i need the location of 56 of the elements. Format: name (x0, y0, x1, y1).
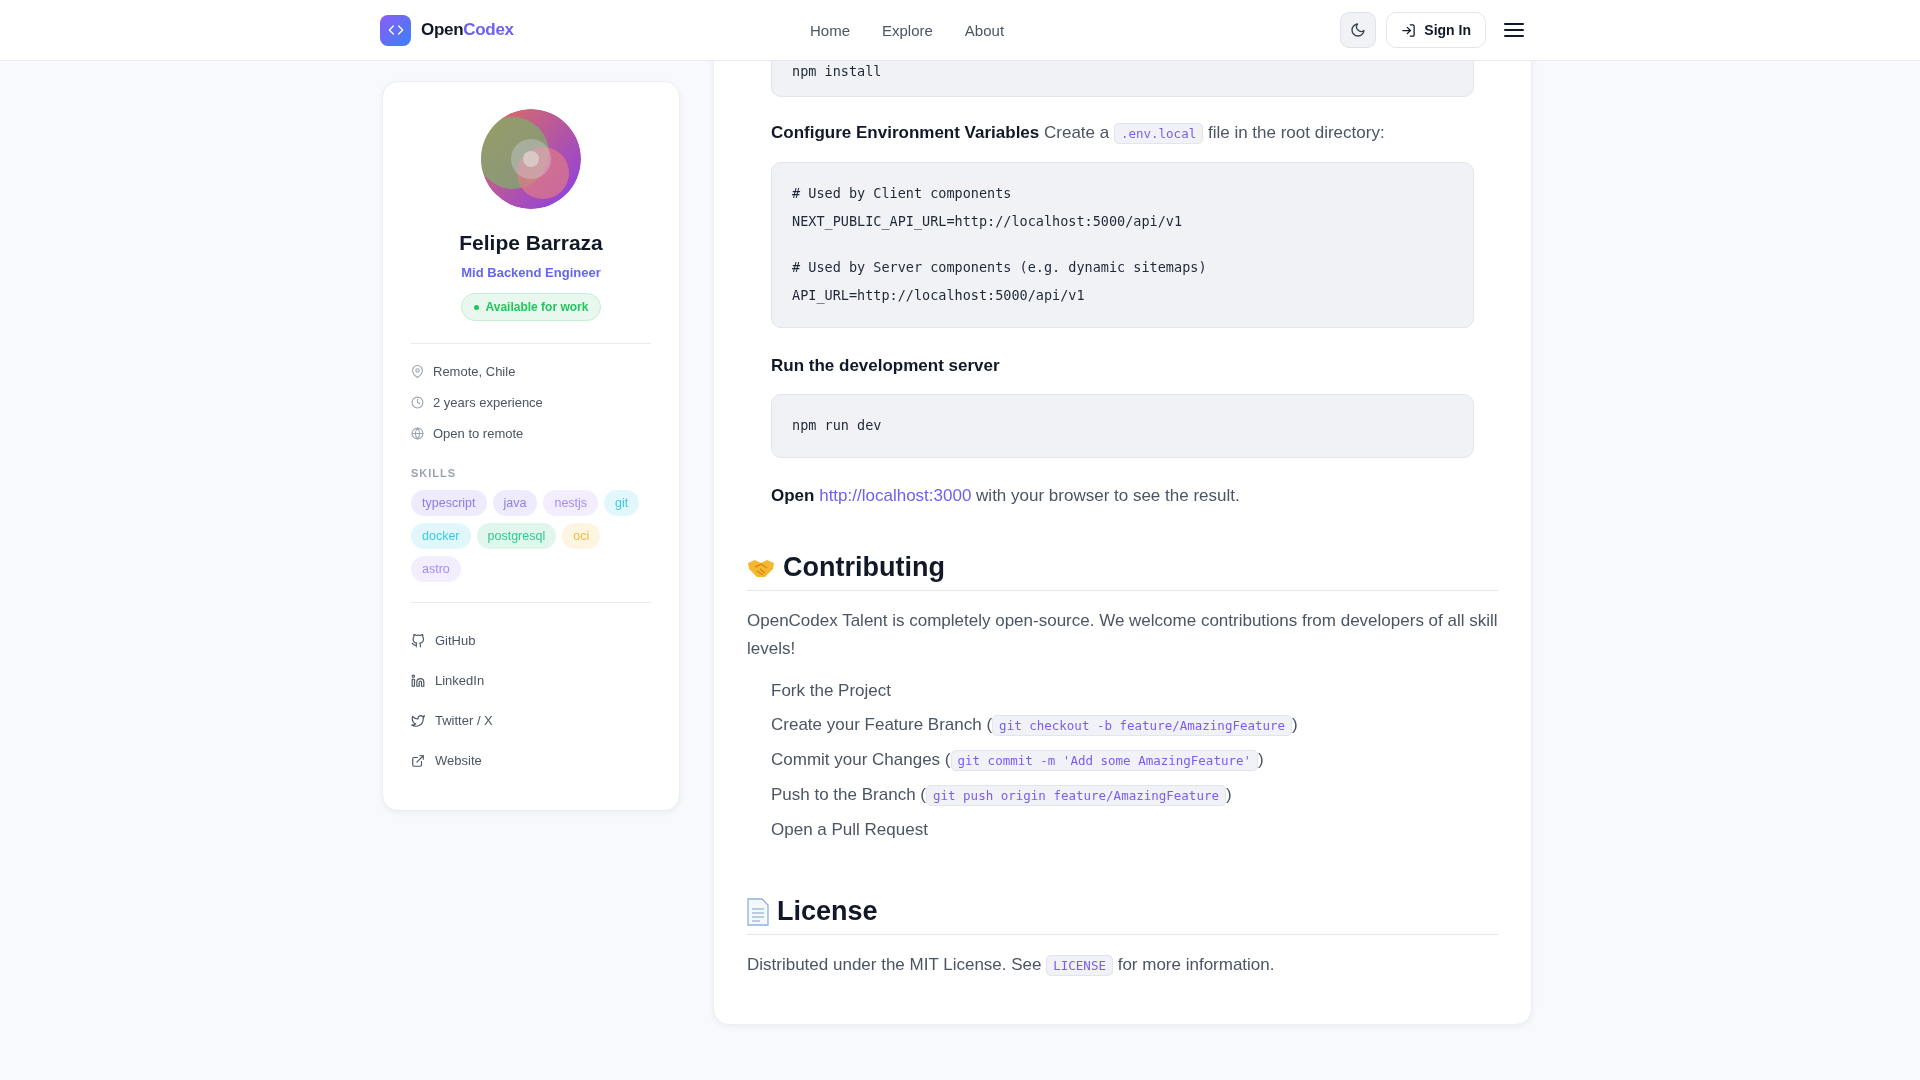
sign-in-button[interactable]: Sign In (1386, 12, 1486, 48)
profile-link[interactable]: GitHub (411, 633, 651, 648)
skills-heading: SKILLS (411, 467, 458, 479)
profile-name: Felipe Barraza (458, 231, 604, 255)
paragraph: OpenCodex Talent is completely open-source. We welcome contributions from developers of all skill levels! (747, 610, 1498, 660)
nav-link[interactable]: Explore (882, 21, 933, 39)
list-item: Commit your Changes ( git commit -m 'Add some AmazingFeature' ) (771, 749, 1265, 773)
skill-tag: astro (411, 556, 461, 582)
availability-badge: Available for work (460, 293, 602, 321)
profile-link[interactable]: Website (411, 753, 651, 768)
skill-tag: java (492, 490, 538, 516)
paragraph: Distributed under the MIT License. See LICENSE for more information. (747, 954, 1276, 978)
section-heading: License (777, 896, 878, 927)
inline-code: git commit -m 'Add some AmazingFeature' (950, 750, 1258, 771)
profile-detail: 2 years experience (433, 395, 543, 410)
profile-link[interactable]: Twitter / X (411, 713, 651, 728)
brand-name[interactable]: OpenCodex (421, 20, 514, 40)
logo-icon[interactable] (380, 14, 411, 46)
skill-tag: postgresql (476, 523, 557, 549)
list-item: Create your Feature Branch ( git checkout -b feature/AmazingFeature ) (771, 714, 1299, 738)
github-icon (411, 633, 425, 648)
section-heading: Contributing (783, 552, 945, 583)
inline-code: .env.local (1113, 123, 1204, 144)
bird-icon (411, 713, 425, 728)
skill-tag: docker (411, 523, 471, 549)
list-item: Push to the Branch ( git push origin feature/AmazingFeature ) (771, 784, 1233, 808)
profile-detail: Remote, Chile (433, 364, 516, 379)
code-block: # Used by Client components NEXT_PUBLIC_API_URL=http://localhost:5000/api/v1 # Used by Server components (e.g. dynamic sitemaps) API_URL=http://localhost:5000/api/v1 (771, 162, 1474, 328)
moon-icon (1350, 22, 1367, 38)
skill-tag: git (604, 490, 640, 516)
paragraph: Configure Environment Variables Create a .env.local file in the root directory: (771, 122, 1386, 146)
nav-link[interactable]: About (964, 21, 1005, 39)
skill-tag: typescript (411, 490, 487, 516)
inline-code: git checkout -b feature/AmazingFeature (992, 715, 1293, 736)
paragraph: Run the development server (771, 355, 1001, 377)
inline-code: LICENSE (1046, 955, 1113, 976)
inline-code: git push origin feature/AmazingFeature (926, 785, 1226, 806)
theme-toggle-button[interactable] (1340, 12, 1377, 48)
list-item: Fork the Project (771, 680, 892, 702)
linkedin-icon (411, 673, 425, 688)
localhost-link[interactable]: http://localhost:3000 (819, 486, 972, 505)
pin-icon (411, 365, 424, 378)
document-icon (747, 897, 769, 926)
sign-in-icon (1401, 22, 1417, 38)
nav-link[interactable]: Home (810, 21, 850, 39)
skill-tag: nestjs (543, 490, 599, 516)
paragraph: Open http://localhost:3000 with your browser to see the result. (771, 485, 1241, 507)
skill-tag: oci (562, 523, 601, 549)
job-title: Mid Backend Engineer (460, 265, 602, 280)
globe-icon (411, 427, 424, 440)
profile-link[interactable]: LinkedIn (411, 673, 651, 688)
code-block: npm run dev (771, 394, 1474, 458)
external-link-icon (411, 753, 425, 768)
list-item: Open a Pull Request (771, 819, 929, 841)
clock-icon (411, 396, 424, 409)
profile-detail: Open to remote (433, 426, 524, 441)
